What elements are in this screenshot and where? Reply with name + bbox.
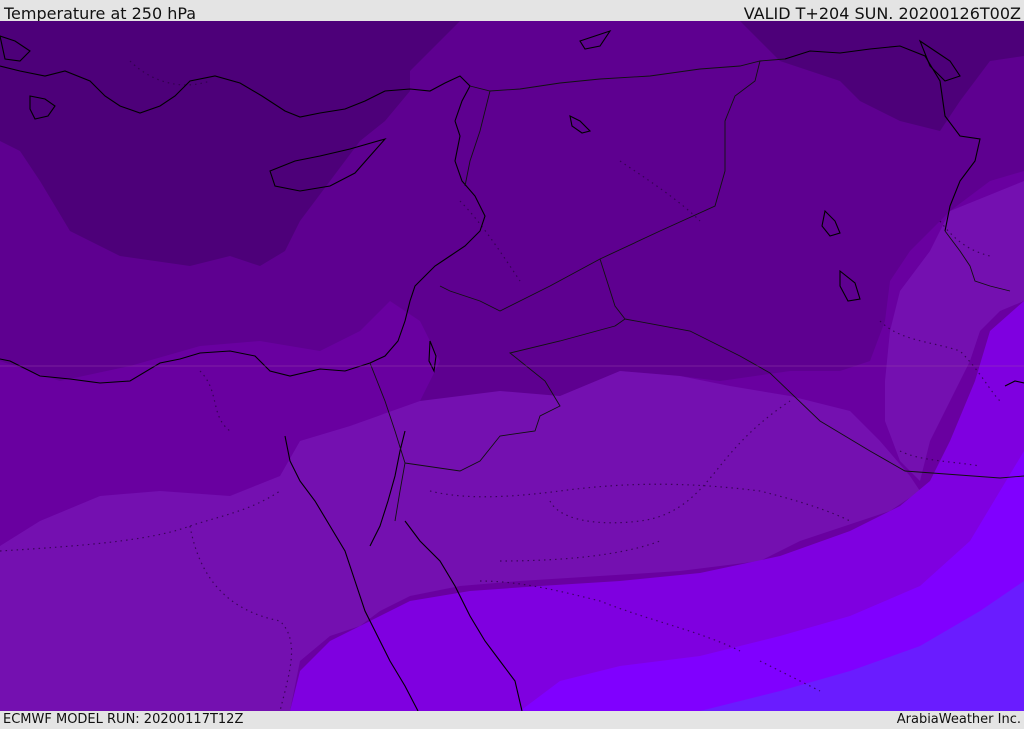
credit-label: ArabiaWeather Inc. <box>896 712 1021 727</box>
temperature-map[interactable] <box>0 21 1024 711</box>
map-footer: ECMWF MODEL RUN: 20200117T12Z ArabiaWeat… <box>0 711 1024 729</box>
model-run-label: ECMWF MODEL RUN: 20200117T12Z <box>3 712 244 727</box>
map-header: Temperature at 250 hPa VALID T+204 SUN. … <box>0 0 1024 23</box>
